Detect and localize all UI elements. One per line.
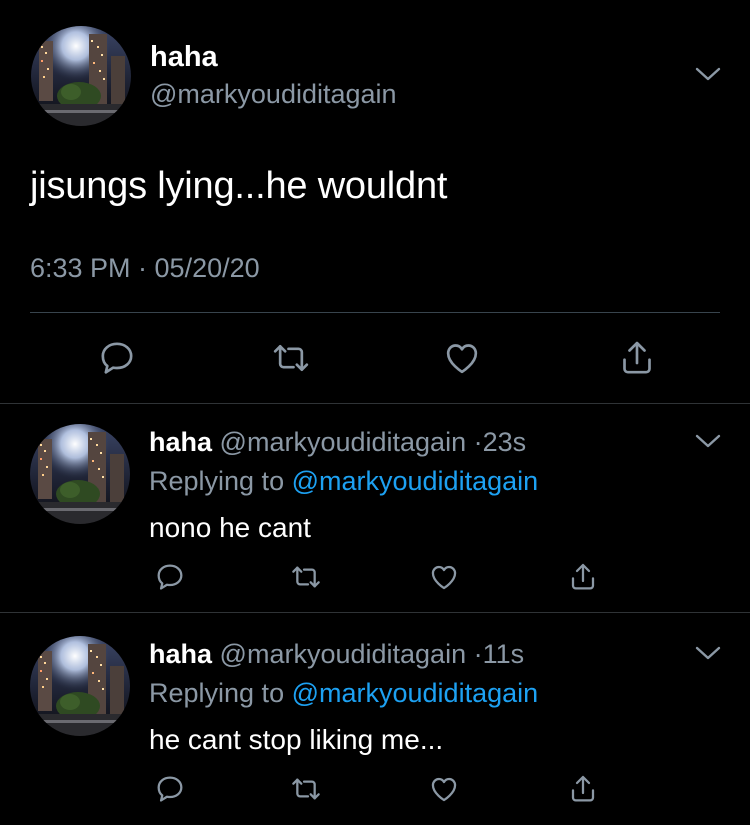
like-icon[interactable] bbox=[426, 771, 462, 807]
display-name[interactable]: haha bbox=[149, 639, 212, 669]
tweet-actions bbox=[0, 771, 750, 807]
main-tweet: haha @markyoudiditagain jisungs lying...… bbox=[0, 0, 750, 403]
reply-header: haha @markyoudiditagain ·23s bbox=[149, 425, 526, 459]
tweet-actions bbox=[0, 559, 750, 595]
chevron-down-icon[interactable] bbox=[694, 643, 722, 663]
share-icon[interactable] bbox=[612, 333, 662, 383]
tweet-thread-screen: haha @markyoudiditagain jisungs lying...… bbox=[0, 0, 750, 825]
reply-time: 23s bbox=[482, 427, 527, 457]
tweet-text: nono he cant bbox=[149, 512, 311, 543]
user-handle[interactable]: @markyoudiditagain bbox=[220, 639, 467, 669]
chevron-down-icon[interactable] bbox=[694, 431, 722, 451]
reply-tweet[interactable]: haha @markyoudiditagain ·11s Replying to… bbox=[0, 616, 750, 825]
divider bbox=[30, 312, 720, 313]
mention-link[interactable]: @markyoudiditagain bbox=[292, 678, 539, 708]
tweet-actions bbox=[0, 333, 750, 383]
reply-icon[interactable] bbox=[152, 559, 188, 595]
tweet-text: he cant stop liking me... bbox=[149, 724, 444, 755]
avatar[interactable] bbox=[31, 26, 131, 126]
retweet-icon[interactable] bbox=[288, 771, 324, 807]
chevron-down-icon[interactable] bbox=[694, 64, 722, 84]
replying-to: Replying to @markyoudiditagain bbox=[149, 464, 538, 498]
reply-icon[interactable] bbox=[152, 771, 188, 807]
retweet-icon[interactable] bbox=[288, 559, 324, 595]
avatar[interactable] bbox=[30, 424, 130, 524]
separator-dot: · bbox=[473, 639, 483, 669]
user-handle[interactable]: @markyoudiditagain bbox=[220, 427, 467, 457]
reply-icon[interactable] bbox=[92, 333, 142, 383]
retweet-icon[interactable] bbox=[266, 333, 316, 383]
avatar[interactable] bbox=[30, 636, 130, 736]
tweet-timestamp[interactable]: 6:33 PM · 05/20/20 bbox=[30, 251, 260, 285]
like-icon[interactable] bbox=[426, 559, 462, 595]
share-icon[interactable] bbox=[565, 771, 601, 807]
divider bbox=[0, 612, 750, 613]
reply-time: 11s bbox=[482, 639, 525, 669]
tweet-text: jisungs lying...he wouldnt bbox=[30, 165, 448, 207]
share-icon[interactable] bbox=[565, 559, 601, 595]
replying-to: Replying to @markyoudiditagain bbox=[149, 676, 538, 710]
like-icon[interactable] bbox=[437, 333, 487, 383]
display-name[interactable]: haha bbox=[150, 40, 218, 74]
replying-prefix: Replying to bbox=[149, 678, 292, 708]
mention-link[interactable]: @markyoudiditagain bbox=[292, 466, 539, 496]
replying-prefix: Replying to bbox=[149, 466, 292, 496]
reply-tweet[interactable]: haha @markyoudiditagain ·23s Replying to… bbox=[0, 404, 750, 612]
display-name[interactable]: haha bbox=[149, 427, 212, 457]
user-handle[interactable]: @markyoudiditagain bbox=[150, 77, 397, 111]
separator-dot: · bbox=[473, 427, 483, 457]
reply-header: haha @markyoudiditagain ·11s bbox=[149, 637, 524, 671]
